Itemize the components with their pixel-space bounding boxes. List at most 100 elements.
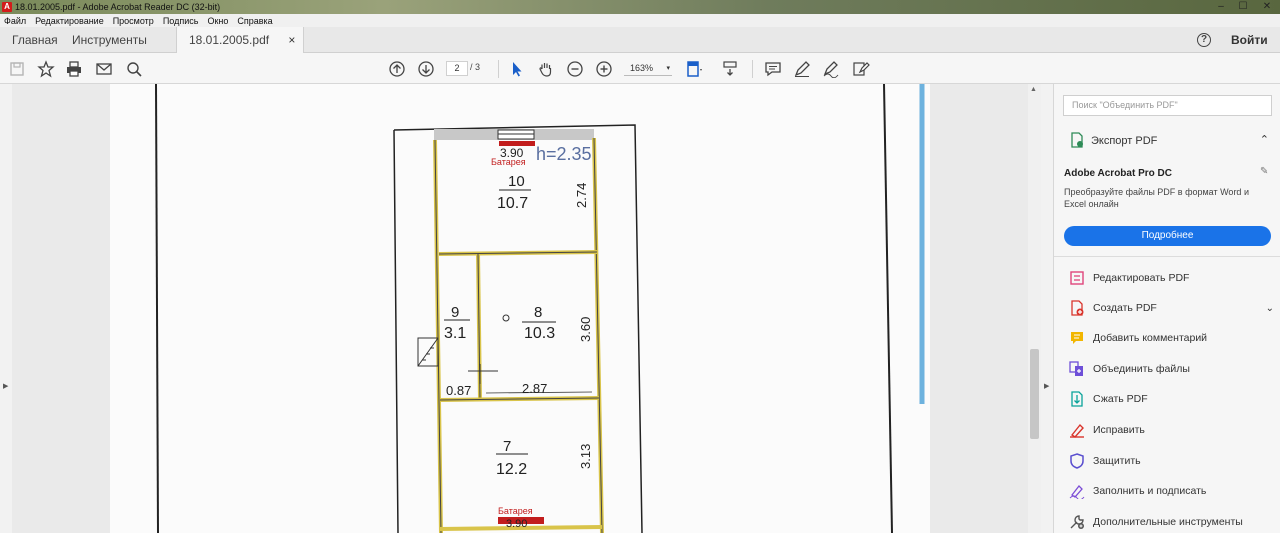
tool-redact[interactable]: Исправить: [1069, 420, 1274, 440]
learn-more-button[interactable]: Подробнее: [1064, 226, 1271, 246]
battery-bottom-label: Батарея: [498, 506, 533, 516]
room-9-width-dim: 0.87: [446, 383, 471, 398]
room-8-height-dim: 3.60: [578, 317, 593, 342]
bookmark-star-icon[interactable]: [36, 59, 56, 79]
tool-fill-sign[interactable]: Заполнить и подписать: [1069, 481, 1274, 501]
tool-compress-pdf[interactable]: Сжать PDF: [1069, 389, 1274, 409]
tools-search-input[interactable]: Поиск "Объединить PDF": [1063, 95, 1272, 116]
combine-files-icon: [1069, 361, 1085, 377]
menu-view[interactable]: Просмотр: [113, 16, 154, 26]
scroll-up-icon[interactable]: ▲: [1030, 86, 1037, 93]
room-9-area: 3.1: [444, 325, 466, 342]
create-pdf-icon: [1069, 300, 1085, 316]
vertical-scrollbar[interactable]: ▲: [1028, 84, 1041, 533]
maximize-button[interactable]: ☐: [1232, 0, 1254, 14]
promo-title: Adobe Acrobat Pro DC: [1064, 168, 1172, 179]
scroll-mode-icon[interactable]: [720, 59, 740, 79]
toolbar-divider: [752, 60, 753, 78]
left-pane-toggle[interactable]: ▶: [0, 84, 12, 533]
save-icon[interactable]: [7, 59, 27, 79]
scrollbar-thumb[interactable]: [1030, 349, 1039, 439]
menu-help[interactable]: Справка: [237, 16, 272, 26]
menu-file[interactable]: Файл: [4, 16, 26, 26]
pdf-page: 3.90 Батарея h=2.35 10 10.7 2.74 9 3.1 8…: [110, 84, 930, 533]
minimize-button[interactable]: –: [1210, 0, 1232, 14]
window-title: 18.01.2005.pdf - Adobe Acrobat Reader DC…: [15, 2, 221, 12]
edit-pdf-icon: [1069, 270, 1085, 286]
zoom-level-dropdown[interactable]: 163% ▾: [624, 61, 672, 76]
tools-pane: Поиск "Объединить PDF" Экспорт PDF ⌃ Ado…: [1053, 84, 1280, 533]
page-number-input[interactable]: 2: [446, 61, 468, 76]
menu-edit[interactable]: Редактирование: [35, 16, 104, 26]
room-7-area: 12.2: [496, 461, 527, 478]
menu-bar: Файл Редактирование Просмотр Подпись Окн…: [0, 14, 1280, 27]
chevron-right-icon: ▶: [1044, 383, 1050, 390]
chevron-down-icon[interactable]: ⌄: [1266, 303, 1274, 314]
pane-divider: [1054, 256, 1280, 257]
comment-icon[interactable]: [763, 59, 783, 79]
tool-label: Дополнительные инструменты: [1093, 516, 1243, 528]
tool-label: Исправить: [1093, 424, 1145, 436]
ceiling-height-label: h=2.35: [536, 144, 592, 164]
signin-button[interactable]: Войти: [1231, 27, 1268, 53]
tab-document-label: 18.01.2005.pdf: [189, 33, 270, 47]
room-7-height-dim: 3.13: [578, 444, 593, 469]
fill-sign-tool-icon[interactable]: [851, 59, 871, 79]
export-pdf-header[interactable]: Экспорт PDF ⌃: [1069, 131, 1269, 151]
main-toolbar: 2 / 3 163% ▾: [0, 53, 1280, 84]
tool-combine-files[interactable]: Объединить файлы: [1069, 359, 1274, 379]
promo-text: Преобразуйте файлы PDF в формат Word и E…: [1064, 187, 1249, 209]
room-10-number: 10: [508, 173, 525, 190]
tool-create-pdf[interactable]: Создать PDF ⌄: [1069, 298, 1274, 318]
chevron-up-icon[interactable]: ⌃: [1260, 133, 1269, 146]
tool-edit-pdf[interactable]: Редактировать PDF: [1069, 268, 1274, 288]
acrobat-app-icon: A: [2, 2, 12, 12]
menu-window[interactable]: Окно: [207, 16, 228, 26]
tool-comment[interactable]: Добавить комментарий: [1069, 328, 1274, 348]
close-window-button[interactable]: ✕: [1256, 0, 1278, 14]
search-icon[interactable]: [124, 59, 144, 79]
email-icon[interactable]: [94, 59, 114, 79]
close-tab-icon[interactable]: ×: [288, 33, 295, 47]
room-7-number: 7: [503, 438, 511, 455]
chevron-down-icon: ▾: [666, 65, 670, 72]
zoom-out-icon[interactable]: [565, 59, 585, 79]
more-tools-icon: [1069, 514, 1085, 530]
right-pane-toggle[interactable]: ▶: [1041, 84, 1053, 533]
tool-more-tools[interactable]: Дополнительные инструменты: [1069, 512, 1274, 532]
hand-tool-icon[interactable]: [536, 59, 556, 79]
battery-top-label: Батарея: [491, 157, 526, 167]
previous-page-icon[interactable]: [387, 59, 407, 79]
export-pdf-icon: [1069, 131, 1085, 151]
floor-plan-drawing: 3.90 Батарея h=2.35 10 10.7 2.74 9 3.1 8…: [155, 84, 925, 533]
title-bar: A 18.01.2005.pdf - Adobe Acrobat Reader …: [0, 0, 1280, 14]
room-8-number: 8: [534, 304, 542, 321]
select-cursor-icon[interactable]: [507, 59, 527, 79]
fit-page-icon[interactable]: [684, 59, 704, 79]
next-page-icon[interactable]: [416, 59, 436, 79]
highlight-pen-icon[interactable]: [792, 59, 812, 79]
zoom-in-icon[interactable]: [594, 59, 614, 79]
menu-sign[interactable]: Подпись: [163, 16, 199, 26]
zoom-level-value: 163%: [630, 63, 654, 73]
tab-home[interactable]: Главная: [12, 27, 58, 53]
promo-dismiss-icon[interactable]: ✎: [1260, 166, 1268, 177]
room-8-area: 10.3: [524, 325, 555, 342]
tool-protect[interactable]: Защитить: [1069, 451, 1274, 471]
document-viewer[interactable]: ▶ 3.90 Батарея h=2.35 10 10.7 2.74 9 3.1…: [0, 84, 1041, 533]
tool-label: Создать PDF: [1093, 302, 1157, 314]
help-icon[interactable]: ?: [1197, 33, 1211, 47]
room-9-number: 9: [451, 304, 459, 321]
print-icon[interactable]: [64, 59, 84, 79]
tab-document[interactable]: 18.01.2005.pdf ×: [176, 27, 305, 53]
tab-tools[interactable]: Инструменты: [72, 27, 147, 53]
protect-icon: [1069, 453, 1085, 469]
export-pdf-label: Экспорт PDF: [1091, 135, 1158, 147]
sign-icon[interactable]: [821, 59, 841, 79]
chevron-right-icon: ▶: [3, 383, 9, 390]
tool-label: Объединить файлы: [1093, 363, 1190, 375]
page-total: / 3: [470, 62, 481, 72]
compress-pdf-icon: [1069, 391, 1085, 407]
redact-icon: [1069, 422, 1085, 438]
acrobat-window: A 18.01.2005.pdf - Adobe Acrobat Reader …: [0, 0, 1280, 533]
